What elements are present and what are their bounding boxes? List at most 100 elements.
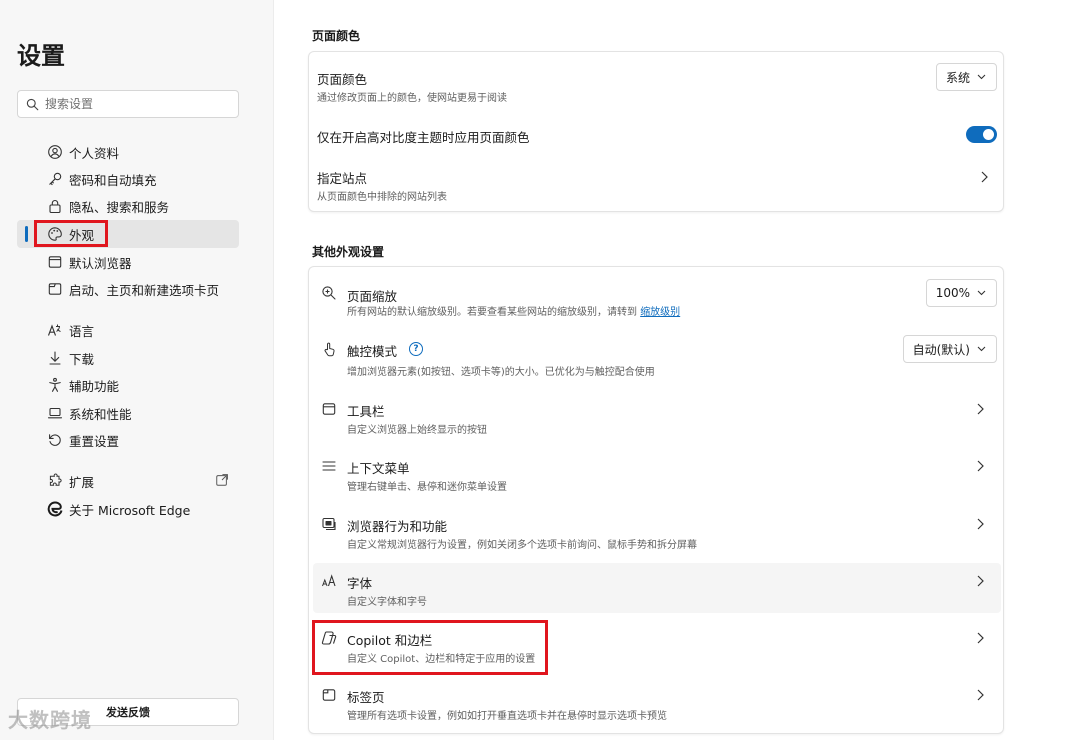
chevron-right-icon bbox=[977, 575, 984, 587]
external-link-icon bbox=[216, 474, 228, 486]
setting-row-fonts[interactable]: 字体 自定义字体和字号 bbox=[313, 563, 1001, 613]
setting-title: 页面颜色 bbox=[317, 72, 368, 87]
sidebar-title: 设置 bbox=[17, 42, 65, 70]
setting-title: 上下文菜单 bbox=[347, 461, 410, 476]
chevron-down-icon bbox=[977, 74, 986, 80]
sidebar-item-label: 启动、主页和新建选项卡页 bbox=[69, 282, 220, 298]
sidebar-item-downloads[interactable]: 下载 bbox=[17, 344, 239, 372]
sidebar-item-label: 重置设置 bbox=[69, 433, 120, 449]
sidebar-item-label: 下载 bbox=[69, 351, 95, 367]
sidebar-item-label: 辅助功能 bbox=[69, 378, 120, 394]
laptop-icon bbox=[47, 407, 63, 419]
section-title-other-appearance: 其他外观设置 bbox=[312, 245, 385, 259]
search-box[interactable] bbox=[17, 90, 239, 118]
chevron-down-icon bbox=[977, 346, 986, 352]
setting-row-tabs[interactable]: 标签页 管理所有选项卡设置，例如如打开垂直选项卡并在悬停时显示选项卡预览 bbox=[313, 677, 1001, 733]
sidebar-item-label: 语言 bbox=[69, 323, 95, 339]
setting-description: 自定义字体和字号 bbox=[347, 597, 427, 608]
sidebar-item-appearance[interactable]: 外观 bbox=[17, 220, 239, 248]
sidebar-item-reset[interactable]: 重置设置 bbox=[17, 426, 239, 454]
menu-icon bbox=[322, 461, 336, 471]
language-icon bbox=[47, 324, 61, 336]
tabs-icon bbox=[322, 689, 336, 701]
setting-description: 管理所有选项卡设置，例如如打开垂直选项卡并在悬停时显示选项卡预览 bbox=[347, 711, 667, 722]
toggle-knob bbox=[983, 129, 994, 140]
setting-row-browser-features[interactable]: 浏览器行为和功能 自定义常规浏览器行为设置，例如关闭多个选项卡前询问、鼠标手势和… bbox=[313, 501, 1001, 557]
sidebar-item-label: 系统和性能 bbox=[69, 406, 132, 422]
toolbar-icon bbox=[322, 403, 336, 415]
sidebar-item-label: 隐私、搜索和服务 bbox=[69, 199, 170, 215]
accessibility-icon bbox=[49, 377, 61, 392]
download-icon bbox=[49, 351, 61, 365]
setting-description: 管理右键单击、悬停和迷你菜单设置 bbox=[347, 482, 507, 493]
chevron-right-icon bbox=[977, 632, 984, 644]
sidebar-item-default-browser[interactable]: 默认浏览器 bbox=[17, 248, 239, 276]
sidebar-item-profile[interactable]: 个人资料 bbox=[17, 138, 239, 166]
page-color-card: 页面颜色 通过修改页面上的颜色，使网站更易于阅读 系统 仅在开启高对比度主题时应… bbox=[308, 51, 1004, 212]
sidebar-item-label: 关于 Microsoft Edge bbox=[69, 502, 191, 518]
font-icon bbox=[322, 574, 336, 587]
sidebar-item-label: 默认浏览器 bbox=[69, 255, 132, 271]
other-appearance-card: 页面缩放 所有网站的默认缩放级别。若要查看某些网站的缩放级别，请转到 缩放级别 … bbox=[308, 266, 1004, 734]
reset-icon bbox=[49, 434, 61, 446]
description-text: 所有网站的默认缩放级别。若要查看某些网站的缩放级别，请转到 bbox=[347, 307, 637, 318]
setting-description: 自定义 Copilot、边栏和特定于应用的设置 bbox=[347, 654, 536, 665]
setting-row-touch-mode: 触控模式 ? 增加浏览器元素(如按钮、选项卡等)的大小。已优化为与触控配合使用 … bbox=[313, 327, 1001, 381]
help-icon[interactable]: ? bbox=[409, 342, 423, 356]
sidebar-item-label: 扩展 bbox=[69, 474, 95, 490]
profile-icon bbox=[48, 145, 62, 159]
setting-description: 自定义浏览器上始终显示的按钮 bbox=[347, 425, 487, 436]
setting-row-context-menu[interactable]: 上下文菜单 管理右键单击、悬停和迷你菜单设置 bbox=[313, 443, 1001, 499]
setting-description: 从页面颜色中排除的网站列表 bbox=[317, 192, 447, 203]
chevron-right-icon bbox=[981, 171, 988, 183]
setting-title: 浏览器行为和功能 bbox=[347, 519, 448, 534]
search-input[interactable] bbox=[45, 97, 225, 111]
high-contrast-toggle[interactable] bbox=[966, 126, 997, 143]
page-zoom-dropdown[interactable]: 100% bbox=[925, 279, 997, 307]
setting-title: 触控模式 bbox=[347, 344, 398, 359]
key-icon bbox=[49, 172, 62, 186]
sidebar-item-accessibility[interactable]: 辅助功能 bbox=[17, 371, 239, 399]
sidebar-item-system[interactable]: 系统和性能 bbox=[17, 399, 239, 427]
dropdown-value: 自动(默认) bbox=[912, 342, 970, 357]
dropdown-value: 系统 bbox=[945, 70, 970, 85]
chevron-right-icon bbox=[977, 689, 984, 701]
watermark: 大数跨境 bbox=[8, 708, 92, 732]
setting-row-page-zoom: 页面缩放 所有网站的默认缩放级别。若要查看某些网站的缩放级别，请转到 缩放级别 … bbox=[313, 271, 1001, 321]
search-icon bbox=[26, 98, 39, 110]
touch-icon bbox=[324, 342, 335, 357]
sidebar-item-about[interactable]: 关于 Microsoft Edge bbox=[17, 495, 239, 523]
zoom-levels-link[interactable]: 缩放级别 bbox=[640, 307, 680, 318]
chevron-right-icon bbox=[977, 460, 984, 472]
sidebar-item-languages[interactable]: 语言 bbox=[17, 316, 239, 344]
setting-row-copilot-sidebar[interactable]: Copilot 和边栏 自定义 Copilot、边栏和特定于应用的设置 bbox=[313, 615, 1001, 675]
chevron-down-icon bbox=[977, 290, 986, 296]
puzzle-icon bbox=[49, 473, 62, 486]
section-title-page-color: 页面颜色 bbox=[312, 29, 361, 43]
setting-title: 标签页 bbox=[347, 690, 385, 705]
setting-title: Copilot 和边栏 bbox=[347, 633, 433, 648]
page-color-dropdown[interactable]: 系统 bbox=[935, 63, 997, 91]
sidebar-item-extensions[interactable]: 扩展 bbox=[17, 467, 239, 495]
setting-description: 所有网站的默认缩放级别。若要查看某些网站的缩放级别，请转到 缩放级别 bbox=[347, 303, 680, 318]
touch-mode-dropdown[interactable]: 自动(默认) bbox=[902, 335, 997, 363]
dropdown-value: 100% bbox=[935, 286, 970, 300]
setting-row-specified-sites[interactable]: 指定站点 从页面颜色中排除的网站列表 bbox=[313, 156, 1001, 208]
settings-sidebar: 设置 个人资料 密码和自动填充 隐私、搜索和服务 外观 默认浏览器 启动、主页和… bbox=[0, 0, 274, 740]
setting-title: 指定站点 bbox=[317, 171, 368, 186]
browser-icon bbox=[48, 256, 62, 268]
zoom-icon bbox=[322, 286, 336, 300]
sidebar-item-startup[interactable]: 启动、主页和新建选项卡页 bbox=[17, 275, 239, 303]
sidebar-item-privacy[interactable]: 隐私、搜索和服务 bbox=[17, 192, 239, 220]
setting-title: 仅在开启高对比度主题时应用页面颜色 bbox=[317, 130, 530, 145]
sidebar-item-label: 个人资料 bbox=[69, 145, 120, 161]
setting-description: 增加浏览器元素(如按钮、选项卡等)的大小。已优化为与触控配合使用 bbox=[347, 367, 655, 378]
sidebar-item-passwords[interactable]: 密码和自动填充 bbox=[17, 165, 239, 193]
copilot-icon bbox=[321, 631, 337, 645]
lock-icon bbox=[49, 200, 61, 214]
setting-row-toolbar[interactable]: 工具栏 自定义浏览器上始终显示的按钮 bbox=[313, 385, 1001, 441]
setting-description: 通过修改页面上的颜色，使网站更易于阅读 bbox=[317, 93, 507, 104]
setting-title: 工具栏 bbox=[347, 404, 385, 419]
home-icon bbox=[48, 283, 62, 295]
sidebar-item-label: 外观 bbox=[69, 227, 95, 243]
